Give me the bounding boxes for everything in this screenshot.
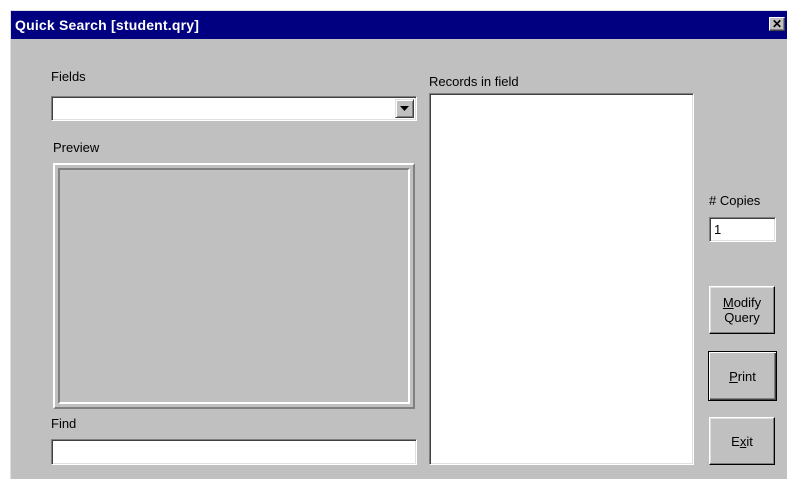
modify-query-button[interactable]: Modify Query bbox=[709, 286, 775, 334]
exit-label-first: E bbox=[731, 433, 740, 449]
fields-dropdown[interactable] bbox=[51, 96, 417, 121]
find-label: Find bbox=[51, 416, 77, 431]
copies-input[interactable]: 1 bbox=[709, 217, 776, 242]
quick-search-dialog: Quick Search [student.qry] ✕ Fields Prev… bbox=[10, 10, 787, 479]
preview-area bbox=[58, 168, 410, 404]
modify-label-rest: odify bbox=[733, 295, 762, 310]
exit-label: Exit bbox=[731, 434, 753, 449]
modify-query-line1: Modify bbox=[723, 295, 761, 310]
records-listbox[interactable] bbox=[429, 93, 694, 465]
chevron-down-icon bbox=[400, 106, 409, 111]
title-bar[interactable]: Quick Search [student.qry] ✕ bbox=[11, 11, 787, 39]
close-icon: ✕ bbox=[771, 17, 783, 31]
exit-label-rest: it bbox=[746, 433, 753, 449]
print-label: Print bbox=[729, 369, 756, 384]
fields-dropdown-button[interactable] bbox=[395, 99, 414, 118]
copies-label: # Copies bbox=[709, 193, 761, 208]
find-input[interactable] bbox=[51, 439, 417, 465]
preview-label: Preview bbox=[53, 140, 100, 155]
fields-label: Fields bbox=[51, 69, 86, 84]
print-button[interactable]: Print bbox=[708, 351, 777, 401]
exit-button[interactable]: Exit bbox=[709, 417, 775, 465]
modify-mnemonic: M bbox=[722, 295, 734, 310]
modify-query-line2: Query bbox=[724, 310, 760, 325]
print-label-rest: rint bbox=[737, 368, 756, 384]
close-button[interactable]: ✕ bbox=[769, 17, 785, 31]
copies-value: 1 bbox=[714, 222, 722, 237]
records-label: Records in field bbox=[429, 74, 519, 89]
preview-pane bbox=[53, 163, 415, 409]
print-mnemonic: P bbox=[729, 368, 738, 384]
window-title: Quick Search [student.qry] bbox=[15, 17, 200, 33]
